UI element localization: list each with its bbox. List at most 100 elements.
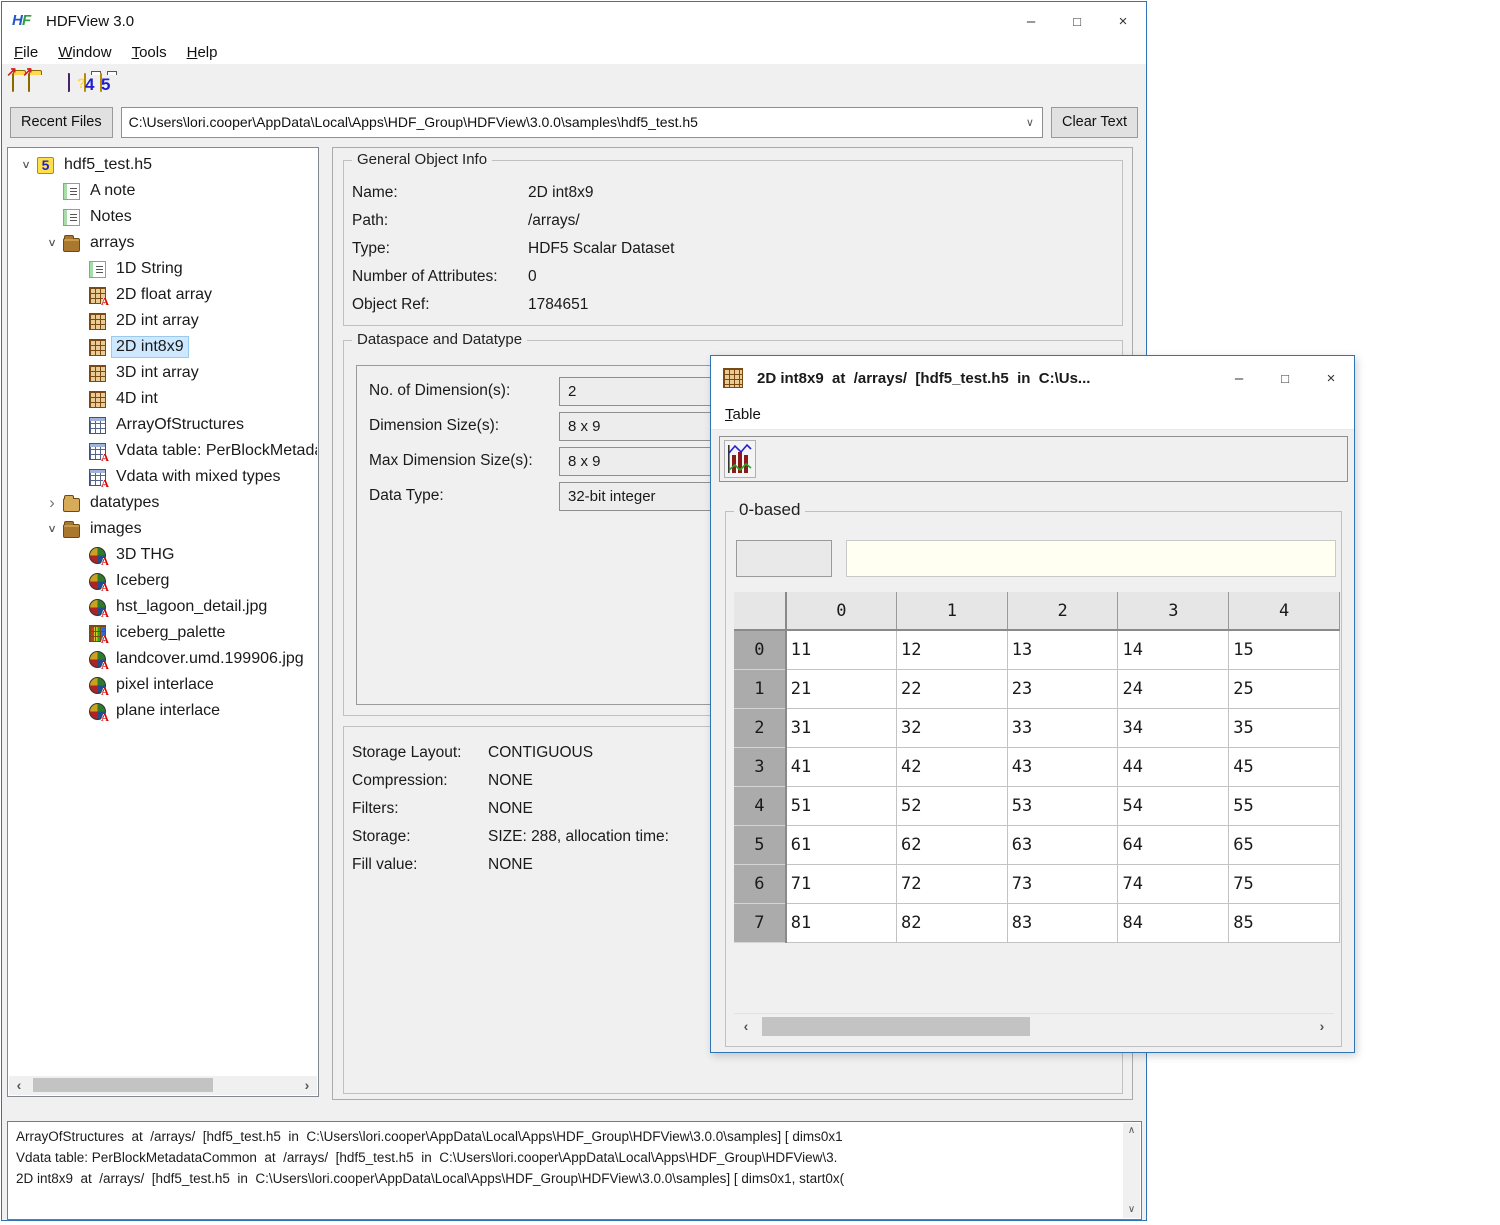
table-cell[interactable]: 44 xyxy=(1118,747,1229,786)
column-header-3[interactable]: 3 xyxy=(1118,592,1229,630)
table-scrollbar-thumb[interactable] xyxy=(762,1017,1030,1036)
hdf5-library-button[interactable] xyxy=(100,74,102,92)
table-cell[interactable]: 32 xyxy=(897,708,1008,747)
tree-item-images[interactable]: images xyxy=(9,516,317,542)
hdf4-library-button[interactable] xyxy=(84,74,86,92)
tree-item-datatypes[interactable]: datatypes xyxy=(9,490,317,516)
row-header-3[interactable]: 3 xyxy=(734,747,786,786)
tree-horizontal-scrollbar[interactable]: ‹ › xyxy=(9,1076,317,1095)
table-cell[interactable]: 83 xyxy=(1007,903,1118,942)
tree-item-4d-int[interactable]: 4D int xyxy=(9,386,317,412)
scroll-right-icon[interactable]: › xyxy=(297,1076,317,1095)
table-cell[interactable]: 75 xyxy=(1229,864,1340,903)
help-button[interactable] xyxy=(68,74,70,92)
table-cell[interactable]: 12 xyxy=(897,630,1008,669)
line-plot-button[interactable] xyxy=(724,440,756,478)
table-cell[interactable]: 24 xyxy=(1118,669,1229,708)
table-cell[interactable]: 34 xyxy=(1118,708,1229,747)
table-cell[interactable]: 72 xyxy=(897,864,1008,903)
table-cell[interactable]: 42 xyxy=(897,747,1008,786)
table-cell[interactable]: 85 xyxy=(1229,903,1340,942)
table-cell[interactable]: 61 xyxy=(786,825,897,864)
recent-files-button[interactable]: Recent Files xyxy=(10,107,113,138)
tree-item-notes[interactable]: Notes xyxy=(9,204,317,230)
table-cell[interactable]: 23 xyxy=(1007,669,1118,708)
row-header-1[interactable]: 1 xyxy=(734,669,786,708)
table-cell[interactable]: 52 xyxy=(897,786,1008,825)
menu-window[interactable]: Window xyxy=(48,44,121,61)
table-cell[interactable]: 25 xyxy=(1229,669,1340,708)
open-file-button[interactable] xyxy=(12,74,14,92)
table-cell[interactable]: 21 xyxy=(786,669,897,708)
table-cell[interactable]: 73 xyxy=(1007,864,1118,903)
table-cell[interactable]: 11 xyxy=(786,630,897,669)
table-cell[interactable]: 43 xyxy=(1007,747,1118,786)
cell-reference-field[interactable] xyxy=(736,540,832,577)
table-cell[interactable]: 65 xyxy=(1229,825,1340,864)
scroll-down-icon[interactable]: ∨ xyxy=(1123,1202,1140,1218)
chevron-down-icon[interactable]: ∨ xyxy=(1026,116,1042,129)
chevron-expanded-icon[interactable] xyxy=(41,521,63,537)
table-cell[interactable]: 81 xyxy=(786,903,897,942)
chevron-expanded-icon[interactable] xyxy=(15,157,37,173)
cell-value-field[interactable] xyxy=(846,540,1336,577)
tree-item-landcover-umd-199906-jpg[interactable]: landcover.umd.199906.jpg xyxy=(9,646,317,672)
table-cell[interactable]: 33 xyxy=(1007,708,1118,747)
scroll-up-icon[interactable]: ∧ xyxy=(1123,1123,1140,1139)
scroll-left-icon[interactable]: ‹ xyxy=(9,1076,29,1095)
tree-item-2d-int8x9[interactable]: 2D int8x9 xyxy=(9,334,317,360)
tree-item-arrayofstructures[interactable]: ArrayOfStructures xyxy=(9,412,317,438)
table-cell[interactable]: 22 xyxy=(897,669,1008,708)
tree-item-3d-thg[interactable]: 3D THG xyxy=(9,542,317,568)
close-button[interactable]: × xyxy=(1100,2,1146,40)
table-cell[interactable]: 62 xyxy=(897,825,1008,864)
tree-item-2d-int-array[interactable]: 2D int array xyxy=(9,308,317,334)
table-cell[interactable]: 45 xyxy=(1229,747,1340,786)
scroll-left-icon[interactable]: ‹ xyxy=(736,1017,756,1036)
table-cell[interactable]: 41 xyxy=(786,747,897,786)
table-corner-cell[interactable] xyxy=(734,592,786,630)
table-cell[interactable]: 84 xyxy=(1118,903,1229,942)
row-header-2[interactable]: 2 xyxy=(734,708,786,747)
tree-item-iceberg[interactable]: Iceberg xyxy=(9,568,317,594)
table-cell[interactable]: 82 xyxy=(897,903,1008,942)
table-cell[interactable]: 31 xyxy=(786,708,897,747)
minimize-button[interactable]: – xyxy=(1008,2,1054,40)
file-path-combobox[interactable]: C:\Users\lori.cooper\AppData\Local\Apps\… xyxy=(121,107,1043,138)
tree-item-vdata-table-perblockmetadatacommon[interactable]: Vdata table: PerBlockMetadataCommon xyxy=(9,438,317,464)
table-cell[interactable]: 53 xyxy=(1007,786,1118,825)
tree-item-a-note[interactable]: A note xyxy=(9,178,317,204)
clear-text-button[interactable]: Clear Text xyxy=(1051,107,1138,138)
tree-item-2d-float-array[interactable]: 2D float array xyxy=(9,282,317,308)
tree-item-plane-interlace[interactable]: plane interlace xyxy=(9,698,317,724)
table-horizontal-scrollbar[interactable]: ‹ › xyxy=(734,1013,1334,1039)
table-cell[interactable]: 13 xyxy=(1007,630,1118,669)
row-header-0[interactable]: 0 xyxy=(734,630,786,669)
table-cell[interactable]: 71 xyxy=(786,864,897,903)
table-cell[interactable]: 74 xyxy=(1118,864,1229,903)
maximize-button[interactable]: □ xyxy=(1054,2,1100,40)
tree-item-vdata-with-mixed-types[interactable]: Vdata with mixed types xyxy=(9,464,317,490)
menu-help[interactable]: Help xyxy=(177,44,228,61)
tree-scrollbar-thumb[interactable] xyxy=(33,1078,213,1092)
menu-table[interactable]: Table xyxy=(715,406,771,423)
table-cell[interactable]: 64 xyxy=(1118,825,1229,864)
table-cell[interactable]: 35 xyxy=(1229,708,1340,747)
table-cell[interactable]: 14 xyxy=(1118,630,1229,669)
chevron-collapsed-icon[interactable] xyxy=(41,493,63,513)
tree-item-iceberg-palette[interactable]: iceberg_palette xyxy=(9,620,317,646)
menu-file[interactable]: File xyxy=(4,44,48,61)
row-header-4[interactable]: 4 xyxy=(734,786,786,825)
tree-item-hst-lagoon-detail-jpg[interactable]: hst_lagoon_detail.jpg xyxy=(9,594,317,620)
log-vertical-scrollbar[interactable]: ∧ ∨ xyxy=(1123,1123,1140,1218)
table-close-button[interactable]: × xyxy=(1308,359,1354,397)
tree-item-3d-int-array[interactable]: 3D int array xyxy=(9,360,317,386)
tree-item-arrays[interactable]: arrays xyxy=(9,230,317,256)
tree-item-pixel-interlace[interactable]: pixel interlace xyxy=(9,672,317,698)
scroll-right-icon[interactable]: › xyxy=(1312,1017,1332,1036)
row-header-6[interactable]: 6 xyxy=(734,864,786,903)
table-cell[interactable]: 54 xyxy=(1118,786,1229,825)
table-cell[interactable]: 55 xyxy=(1229,786,1340,825)
chevron-expanded-icon[interactable] xyxy=(41,235,63,251)
close-file-button[interactable] xyxy=(28,74,30,92)
